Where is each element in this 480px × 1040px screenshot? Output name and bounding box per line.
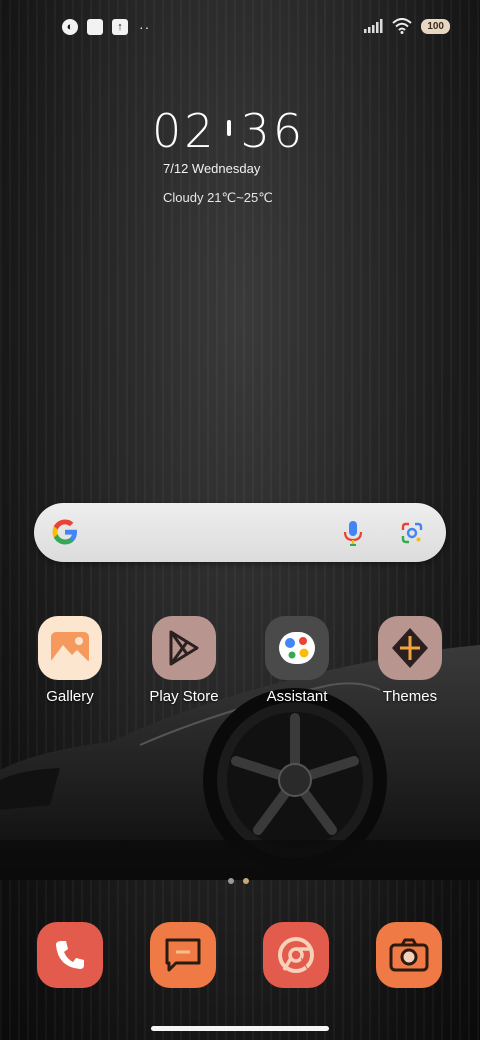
app-play-store[interactable]: Play Store — [134, 616, 234, 705]
date-label[interactable]: 7/12 Wednesday — [163, 161, 260, 176]
dock-messages[interactable] — [150, 922, 216, 988]
app-label: Themes — [382, 688, 438, 705]
clock-hour: 02 — [152, 104, 217, 158]
weather-label[interactable]: Cloudy 21℃~25℃ — [163, 190, 273, 206]
google-search-bar[interactable] — [34, 503, 446, 562]
clock-minute: 36 — [240, 104, 306, 158]
home-screen: ◐ ↑ ·· 100 02 36 7/12 Wednesday Cloudy 2… — [0, 0, 480, 1040]
message-icon[interactable] — [150, 922, 216, 988]
app-label: Play Store — [149, 688, 219, 705]
dock-browser[interactable] — [263, 922, 329, 988]
notification-app-icon: ◐ — [62, 19, 78, 35]
app-themes[interactable]: Themes — [360, 616, 460, 705]
themes-icon[interactable] — [378, 616, 442, 680]
google-lens-icon[interactable] — [400, 521, 424, 545]
status-bar: ◐ ↑ ·· 100 — [0, 0, 480, 56]
play-store-icon[interactable] — [152, 616, 216, 680]
app-label: Gallery — [46, 688, 94, 705]
gallery-icon[interactable] — [38, 616, 102, 680]
chrome-icon[interactable] — [263, 922, 329, 988]
app-label: Assistant — [266, 688, 328, 705]
google-icon[interactable] — [50, 517, 80, 547]
more-notifications-icon: ·· — [139, 19, 151, 35]
dock-phone[interactable] — [37, 922, 103, 988]
wifi-icon — [392, 18, 412, 34]
battery-indicator: 100 — [421, 18, 450, 34]
gesture-nav-bar[interactable] — [151, 1026, 329, 1031]
page-dot-active[interactable] — [243, 878, 249, 884]
page-dot[interactable] — [228, 878, 234, 884]
dock-camera[interactable] — [376, 922, 442, 988]
signal-icon — [364, 19, 383, 33]
microphone-icon[interactable] — [342, 520, 364, 546]
app-assistant[interactable]: Assistant — [247, 616, 347, 705]
page-indicator[interactable] — [228, 878, 249, 884]
notification-square-icon — [87, 19, 103, 35]
clock-separator — [226, 120, 231, 136]
camera-icon[interactable] — [376, 922, 442, 988]
clock-widget[interactable]: 02 36 — [152, 104, 305, 158]
upload-icon: ↑ — [112, 19, 128, 35]
phone-icon[interactable] — [37, 922, 103, 988]
app-gallery[interactable]: Gallery — [20, 616, 120, 705]
assistant-icon[interactable] — [265, 616, 329, 680]
